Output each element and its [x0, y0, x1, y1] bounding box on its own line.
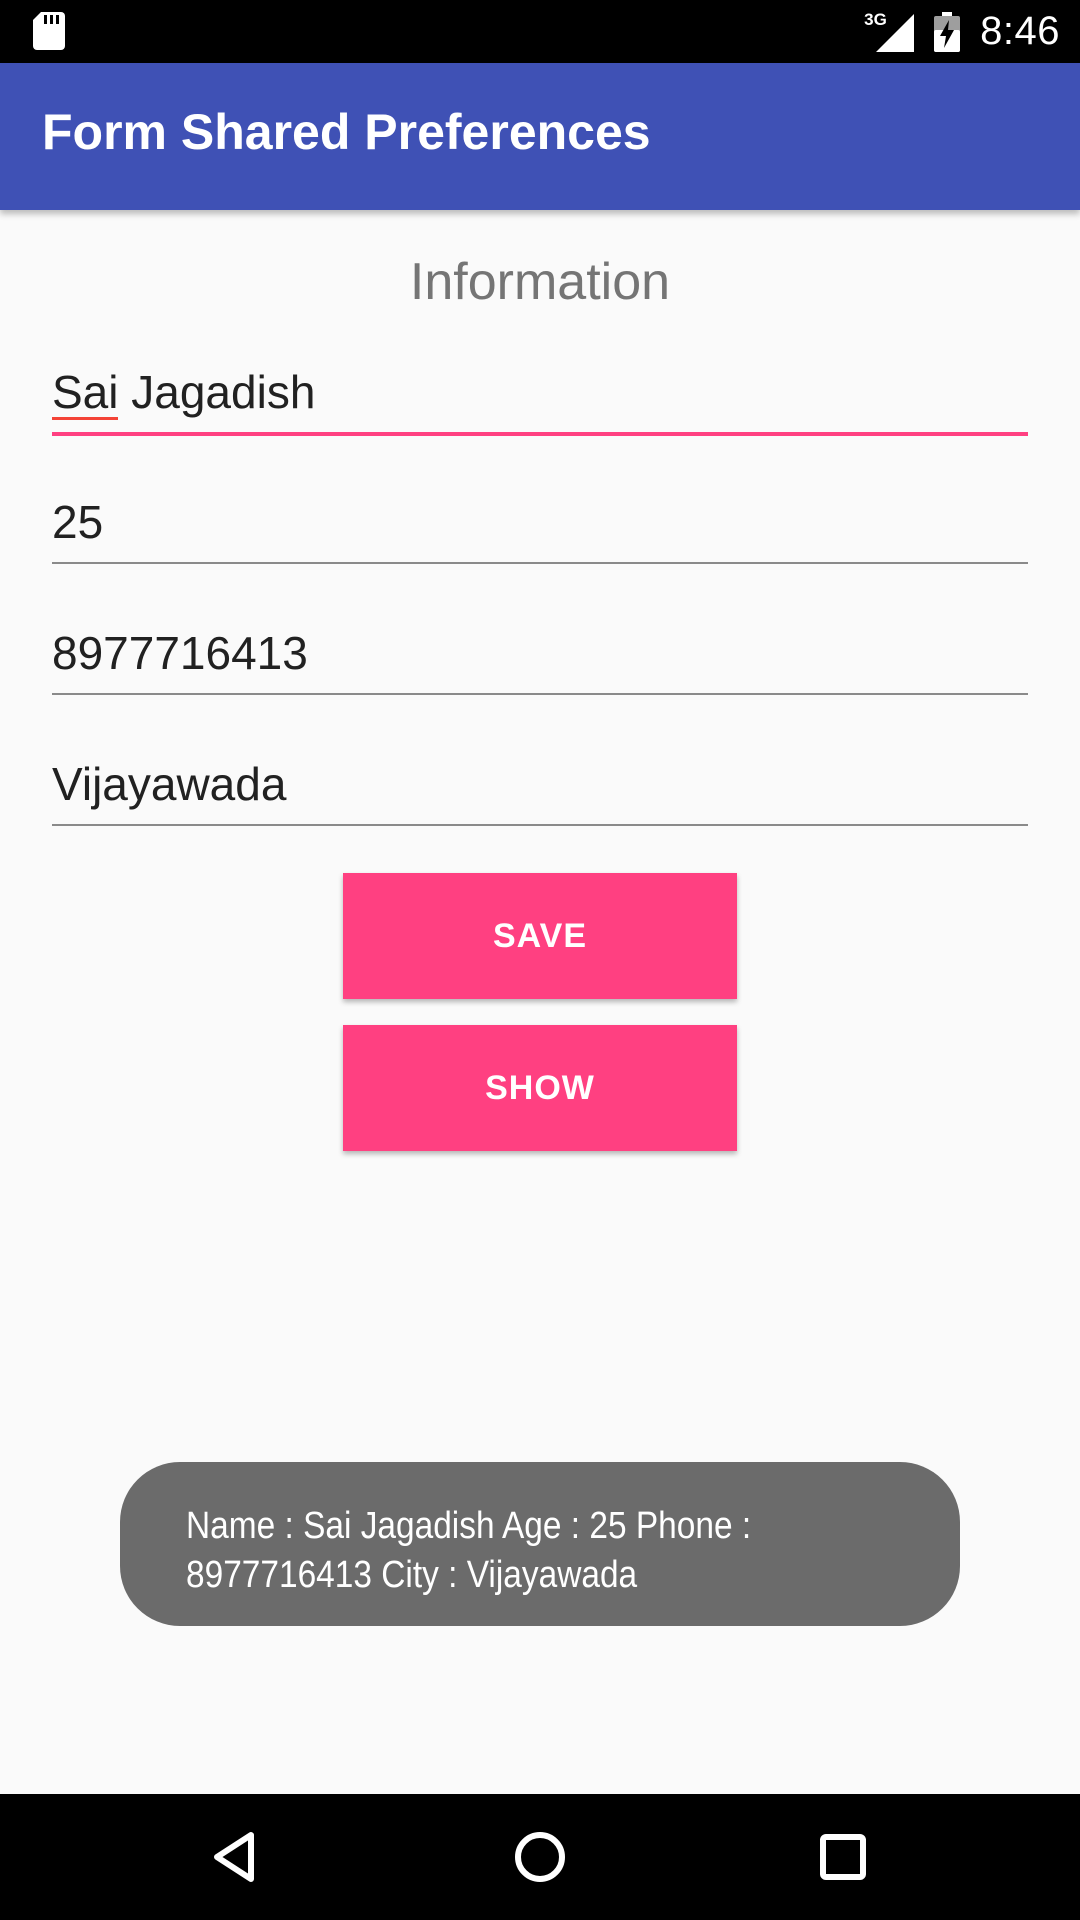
- status-bar: 3G 8:46: [0, 0, 1080, 63]
- home-icon[interactable]: [495, 1812, 585, 1902]
- age-field[interactable]: [52, 484, 1028, 564]
- battery-charging-icon: [934, 11, 961, 52]
- app-bar: Form Shared Preferences: [0, 63, 1080, 210]
- phone-field[interactable]: [52, 615, 1028, 695]
- status-time: 8:46: [980, 9, 1060, 53]
- name-input[interactable]: [52, 362, 1028, 422]
- sd-card-icon: [33, 12, 65, 50]
- spellcheck-underline: [52, 417, 118, 420]
- recents-icon[interactable]: [798, 1812, 888, 1902]
- show-button[interactable]: SHOW: [343, 1025, 737, 1151]
- city-field[interactable]: [52, 746, 1028, 826]
- name-field[interactable]: [52, 356, 1028, 436]
- network-type-label: 3G: [864, 9, 887, 29]
- toast-message: Name : Sai Jagadish Age : 25 Phone : 897…: [120, 1462, 960, 1626]
- status-icons: 3G 8:46: [864, 0, 1060, 63]
- toast-text: Name : Sai Jagadish Age : 25 Phone : 897…: [186, 1505, 752, 1596]
- section-heading: Information: [409, 253, 671, 311]
- age-input[interactable]: [52, 492, 1028, 552]
- phone-input[interactable]: [52, 623, 1028, 683]
- navigation-bar: [0, 1794, 1080, 1920]
- save-button[interactable]: SAVE: [343, 873, 737, 999]
- app-title: Form Shared Preferences: [42, 104, 651, 160]
- signal-3g-icon: 3G: [864, 10, 915, 52]
- city-input[interactable]: [52, 754, 1028, 814]
- back-icon[interactable]: [190, 1812, 280, 1902]
- app-screen: 3G 8:46 Form Shared Preferences Informat…: [0, 0, 1080, 1920]
